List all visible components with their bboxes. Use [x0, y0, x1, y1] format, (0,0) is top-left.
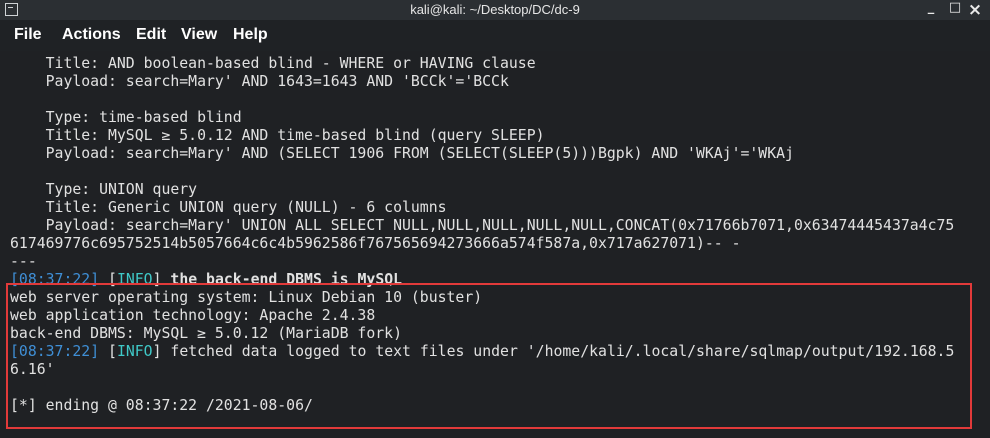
menu-edit[interactable]: Edit — [136, 26, 166, 44]
output-line: Payload: search=Mary' AND 1643=1643 AND … — [10, 73, 509, 90]
menu-bar: File Actions Edit View Help — [0, 20, 990, 51]
menu-actions[interactable]: Actions — [62, 26, 121, 44]
title-bar: kali@kali: ~/Desktop/DC/dc-9 _ □ × — [0, 0, 990, 20]
close-button[interactable]: × — [966, 0, 984, 20]
highlight-box — [6, 283, 972, 429]
output-line: Payload: search=Mary' AND (SELECT 1906 F… — [10, 145, 794, 162]
minimize-button[interactable]: _ — [922, 0, 940, 20]
maximize-button[interactable]: □ — [946, 0, 964, 20]
menu-file[interactable]: File — [14, 26, 42, 44]
window-title: kali@kali: ~/Desktop/DC/dc-9 — [410, 2, 580, 17]
menu-help[interactable]: Help — [233, 26, 268, 44]
output-line: 617469776c695752514b5057664c6c4b5962586f… — [10, 235, 741, 252]
menu-view[interactable]: View — [181, 26, 217, 44]
